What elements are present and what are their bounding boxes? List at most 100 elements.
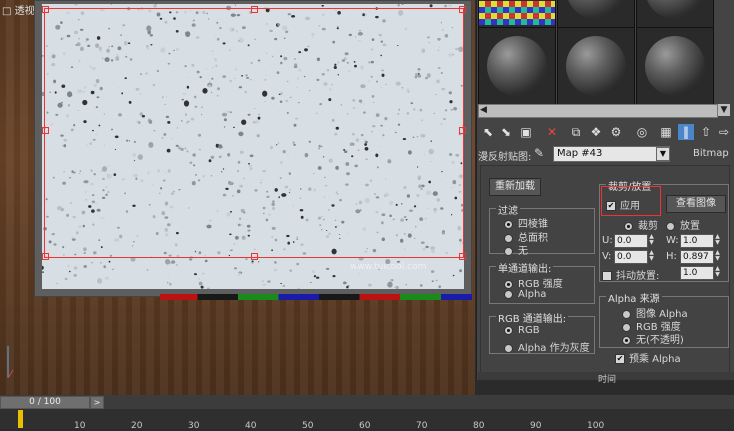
- unique-icon[interactable]: ❖: [588, 124, 604, 140]
- put-to-library-icon[interactable]: ⚙: [608, 124, 624, 140]
- crop-handle-right[interactable]: [459, 127, 466, 134]
- time-slider-handle[interactable]: [18, 410, 23, 428]
- w-label: W:: [666, 235, 679, 246]
- mono-output-option[interactable]: RGB 强度: [504, 275, 563, 290]
- material-slot[interactable]: [636, 27, 714, 105]
- go-sibling-icon[interactable]: ⇨: [716, 124, 732, 140]
- map-name-row: 漫反射贴图: ✎ Map #43 ▼ Bitmap: [478, 146, 734, 163]
- material-sphere-icon: [566, 0, 626, 19]
- scroll-left-icon[interactable]: ◀: [480, 105, 487, 115]
- view-image-button[interactable]: 查看图像: [666, 195, 726, 213]
- timeline-tick-label: 100: [587, 421, 605, 431]
- place-mode-option[interactable]: 放置: [666, 217, 700, 232]
- radio-dot-icon: [504, 219, 513, 229]
- material-toolbar: ⬉ ⬊ ▣ ✕ ⧉ ❖ ⚙ ◎ ▦ ‖ ⇧ ⇨: [478, 122, 734, 144]
- crop-handle-bottom-left[interactable]: [42, 253, 49, 260]
- timeline-bar: [0, 395, 734, 409]
- mono-output-option[interactable]: Alpha: [504, 289, 546, 300]
- rgb-output-title: RGB 通道输出:: [496, 310, 569, 325]
- crop-handle-bottom[interactable]: [251, 253, 258, 260]
- timeline-tick-label: 60: [359, 421, 371, 431]
- crop-region-rectangle[interactable]: [42, 6, 466, 260]
- h-spinner[interactable]: 0.897: [680, 250, 714, 264]
- checkmark-icon: ✔: [615, 354, 625, 364]
- timeline-tick-label: 30: [188, 421, 200, 431]
- put-to-scene-icon[interactable]: ⬊: [498, 124, 514, 140]
- premultiplied-alpha-checkbox[interactable]: ✔ 预乘 Alpha: [615, 350, 681, 365]
- material-slot[interactable]: [636, 0, 714, 28]
- viewport-label[interactable]: □ 透视: [2, 2, 35, 17]
- get-material-icon[interactable]: ⬉: [480, 124, 496, 140]
- copy-material-icon[interactable]: ⧉: [568, 124, 584, 140]
- radio-dot-icon: [504, 343, 513, 353]
- mono-output-title: 单通道输出:: [496, 260, 554, 275]
- rgb-output-option[interactable]: Alpha 作为灰度: [504, 339, 590, 354]
- map-type-button[interactable]: Bitmap: [693, 148, 729, 159]
- v-spinner[interactable]: 0.0: [614, 250, 648, 264]
- watermark-text: www.tuicool.com: [350, 262, 427, 272]
- material-slot[interactable]: [557, 0, 635, 28]
- spinner-arrows-icon[interactable]: ▲ ▼: [714, 266, 721, 278]
- timeline-tick-label: 20: [131, 421, 143, 431]
- reload-button[interactable]: 重新加载: [489, 178, 541, 196]
- jitter-placement-checkbox[interactable]: 抖动放置:: [602, 267, 659, 282]
- u-spinner[interactable]: 0.0: [614, 234, 648, 248]
- alpha-source-option[interactable]: 无(不透明): [622, 331, 684, 346]
- w-spinner[interactable]: 1.0: [680, 234, 714, 248]
- material-slot-checker[interactable]: [478, 0, 556, 28]
- filtering-group: 过滤 四棱锥 总面积 无: [489, 202, 595, 257]
- filtering-option[interactable]: 四棱锥: [504, 215, 548, 230]
- timeline-tick-label: 70: [416, 421, 428, 431]
- radio-dot-icon: [504, 289, 513, 299]
- time-rollout-label[interactable]: 时间: [598, 372, 616, 385]
- material-sphere-icon: [645, 0, 705, 19]
- delete-icon[interactable]: ✕: [544, 124, 560, 140]
- slot-scrollbar[interactable]: [478, 104, 718, 118]
- crop-handle-top[interactable]: [251, 6, 258, 13]
- material-id-icon[interactable]: ◎: [634, 124, 650, 140]
- crop-handle-left[interactable]: [42, 127, 49, 134]
- go-parent-icon[interactable]: ⇧: [698, 124, 714, 140]
- material-sphere-icon: [645, 36, 705, 96]
- material-slot[interactable]: [478, 27, 556, 105]
- u-label: U:: [602, 235, 613, 246]
- timeline-tick-label: 90: [530, 421, 542, 431]
- timeline-tick-label: 80: [473, 421, 485, 431]
- material-slot[interactable]: [557, 27, 635, 105]
- crop-handle-bottom-right[interactable]: [459, 253, 466, 260]
- jitter-spinner[interactable]: 1.0: [680, 266, 714, 280]
- assign-material-icon[interactable]: ▣: [518, 124, 534, 140]
- material-sphere-icon: [566, 36, 626, 96]
- axis-gizmo-icon: [7, 346, 14, 379]
- alpha-source-title: Alpha 来源: [606, 290, 662, 305]
- frame-counter[interactable]: 0 / 100: [0, 396, 90, 409]
- rgb-output-option[interactable]: RGB: [504, 325, 540, 336]
- rgb-output-group: RGB 通道输出: RGB Alpha 作为灰度: [489, 310, 595, 354]
- spinner-arrows-icon[interactable]: ▲ ▼: [714, 234, 721, 246]
- map-name-field[interactable]: Map #43: [553, 146, 670, 162]
- crop-handle-top-left[interactable]: [42, 6, 49, 13]
- radio-dot-icon: [622, 335, 631, 345]
- radio-dot-icon: [666, 221, 675, 231]
- eyedropper-icon[interactable]: ✎: [534, 146, 544, 160]
- show-end-result-icon[interactable]: ‖: [678, 124, 694, 140]
- radio-dot-icon: [624, 221, 633, 231]
- timeline-tick-label: 10: [74, 421, 86, 431]
- spinner-arrows-icon[interactable]: ▲ ▼: [714, 250, 721, 262]
- material-sphere-icon: [487, 36, 547, 96]
- spinner-arrows-icon[interactable]: ▲ ▼: [648, 250, 655, 262]
- filtering-option[interactable]: 无: [504, 242, 528, 257]
- timeline-tick-label: 40: [245, 421, 257, 431]
- scroll-down-icon[interactable]: ▼: [718, 104, 730, 116]
- spinner-arrows-icon[interactable]: ▲ ▼: [648, 234, 655, 246]
- radio-dot-icon: [504, 246, 513, 256]
- chevron-down-icon[interactable]: ▼: [656, 147, 670, 161]
- crop-handle-top-right[interactable]: [459, 6, 466, 13]
- v-label: V:: [602, 251, 612, 262]
- show-map-icon[interactable]: ▦: [658, 124, 674, 140]
- next-frame-button[interactable]: >: [90, 396, 104, 409]
- crop-mode-option[interactable]: 裁剪: [624, 217, 658, 232]
- checker-map-icon: [479, 1, 555, 25]
- channel-color-strip: [160, 294, 472, 300]
- radio-dot-icon: [504, 325, 513, 335]
